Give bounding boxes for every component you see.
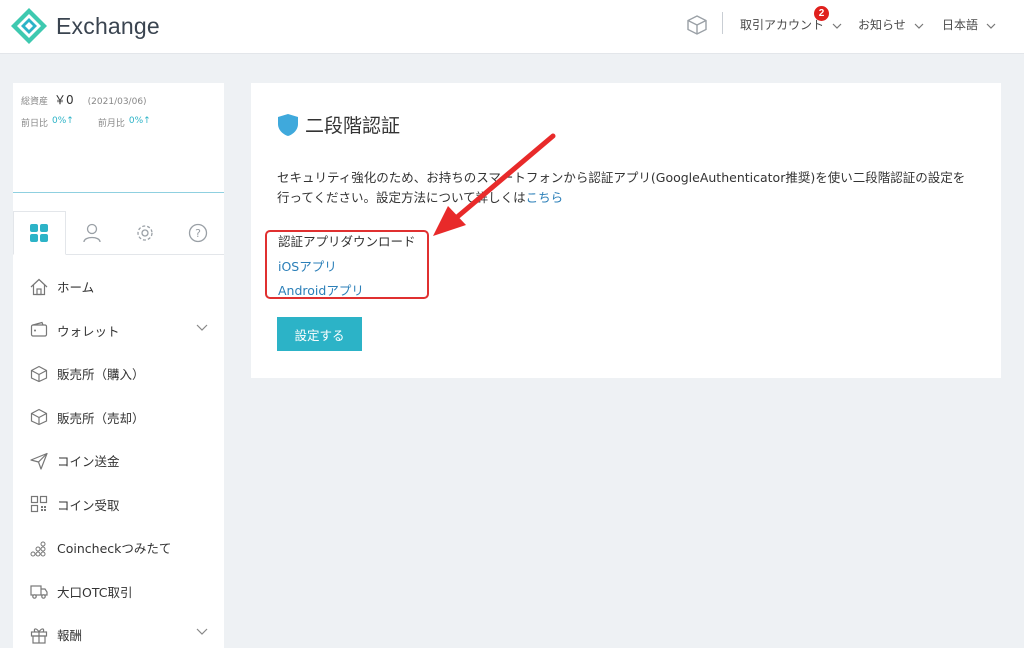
shield-icon (278, 113, 298, 136)
tab-settings[interactable] (119, 211, 172, 255)
tab-account[interactable] (66, 211, 119, 255)
sidebar-tabs: ? (13, 211, 224, 255)
sidebar-item-send[interactable]: コイン送金 (13, 439, 224, 483)
help-icon: ? (188, 223, 207, 243)
logo-icon (11, 8, 47, 44)
header-divider (722, 12, 723, 34)
gift-icon (30, 628, 48, 644)
brand-name: Exchange (56, 12, 160, 39)
gear-icon (137, 225, 153, 241)
sidebar-item-label: 大口OTC取引 (57, 584, 133, 600)
wallet-icon (30, 322, 48, 337)
sidebar-item-receive[interactable]: コイン受取 (13, 483, 224, 527)
chevron-down-icon (196, 628, 208, 635)
sidebar-item-label: 販売所（売却） (57, 410, 145, 426)
chevron-down-icon (196, 324, 208, 331)
cube-icon (30, 409, 48, 426)
tab-help[interactable]: ? (171, 211, 224, 255)
details-link[interactable]: こちら (526, 190, 564, 205)
sidebar-item-label: Coincheckつみたて (57, 541, 172, 557)
grid-icon (30, 224, 49, 242)
ios-app-link[interactable]: iOSアプリ (278, 256, 337, 275)
sidebar-menu: ホーム ウォレット 販売所（購入） 販売所（売却） コイン送金 コイン受取 Co… (13, 255, 224, 648)
coins-icon (30, 541, 46, 557)
sidebar-item-label: コイン送金 (57, 454, 120, 470)
sidebar-item-label: ウォレット (57, 323, 120, 339)
language-label: 日本語 (942, 18, 979, 32)
account-label: 取引アカウント (740, 18, 825, 32)
sidebar-item-label: 販売所（購入） (57, 367, 145, 383)
user-icon (83, 223, 101, 243)
android-app-link[interactable]: Androidアプリ (278, 280, 364, 299)
home-icon (30, 278, 48, 295)
box-icon[interactable] (686, 14, 708, 36)
sidebar-item-home[interactable]: ホーム (13, 265, 224, 309)
sidebar-item-label: ホーム (57, 280, 95, 296)
asset-date: (2021/03/06) (87, 97, 147, 107)
logo[interactable]: Exchange (10, 7, 160, 45)
sidebar-item-label: コイン受取 (57, 497, 120, 513)
sidebar: 総資産 ￥0 (2021/03/06) 前日比 0%↑ 前月比 0%↑ ? ホー… (13, 83, 224, 648)
page-title-text: 二段階認証 (305, 115, 401, 137)
sidebar-item-rewards[interactable]: 報酬 (13, 613, 224, 648)
day-change-label: 前日比 (21, 119, 49, 129)
day-change-value: 0%↑ (52, 116, 74, 126)
description: セキュリティ強化のため、お持ちのスマートフォンから認証アプリ(GoogleAut… (277, 168, 977, 208)
cube-icon (30, 365, 48, 382)
asset-summary: 総資産 ￥0 (2021/03/06) 前日比 0%↑ 前月比 0%↑ (13, 83, 224, 193)
chevron-down-icon (832, 23, 842, 29)
month-change-value: 0%↑ (128, 116, 151, 126)
sidebar-item-sell[interactable]: 販売所（売却） (13, 396, 224, 440)
sidebar-item-label: 報酬 (57, 628, 83, 644)
sidebar-item-tsumitate[interactable]: Coincheckつみたて (13, 526, 224, 570)
qr-icon (30, 496, 48, 513)
sidebar-item-buy[interactable]: 販売所（購入） (13, 352, 224, 396)
svg-text:?: ? (195, 227, 201, 240)
language-menu[interactable]: 日本語 (942, 16, 996, 33)
sidebar-item-wallet[interactable]: ウォレット (13, 309, 224, 353)
setup-button[interactable]: 設定する (277, 317, 362, 351)
news-menu[interactable]: お知らせ (858, 16, 924, 33)
chevron-down-icon (914, 23, 924, 29)
total-assets-value: ￥0 (54, 93, 74, 107)
total-assets-label: 総資産 (21, 97, 49, 107)
description-text: セキュリティ強化のため、お持ちのスマートフォンから認証アプリ(GoogleAut… (277, 170, 966, 205)
month-change-label: 前月比 (97, 119, 125, 129)
sidebar-item-otc[interactable]: 大口OTC取引 (13, 570, 224, 614)
two-factor-panel: 二段階認証 セキュリティ強化のため、お持ちのスマートフォンから認証アプリ(Goo… (251, 83, 1001, 378)
page-title: 二段階認証 (277, 111, 400, 138)
top-header: Exchange 取引アカウント 2 お知らせ 日本語 (0, 0, 1024, 54)
notification-badge: 2 (814, 6, 829, 21)
download-title: 認証アプリダウンロード (278, 234, 416, 249)
send-icon (30, 452, 48, 470)
tab-menu[interactable] (13, 211, 66, 255)
news-label: お知らせ (858, 18, 906, 32)
truck-icon (30, 585, 48, 600)
chevron-down-icon (986, 23, 996, 29)
